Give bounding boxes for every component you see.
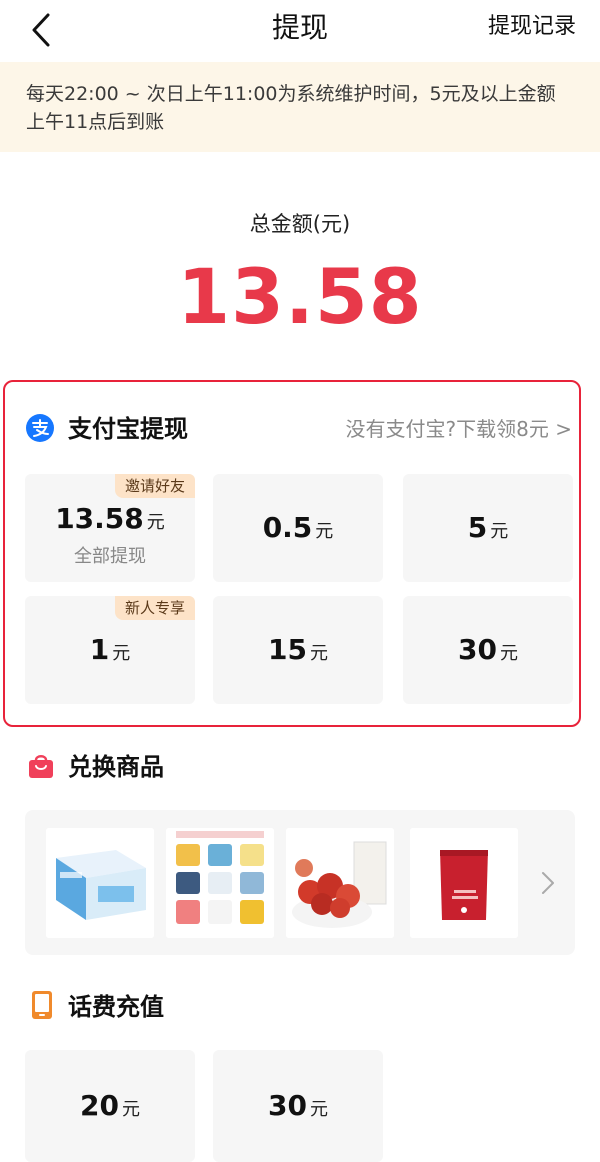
option-amount: 30 (268, 1089, 307, 1122)
option-unit: 元 (121, 1099, 140, 1120)
top-bar: 提现 提现记录 (0, 0, 600, 60)
withdraw-all-label: 全部提现 (74, 546, 146, 567)
recharge-option-20[interactable]: 20 元 (25, 1050, 195, 1162)
option-unit: 元 (499, 643, 518, 664)
carousel-next-icon[interactable] (538, 870, 558, 896)
option-unit: 元 (309, 1099, 328, 1120)
withdraw-option-0-5[interactable]: 0.5 元 (213, 474, 383, 582)
goods-item-jujube-snack[interactable] (286, 828, 394, 938)
download-alipay-link[interactable]: 没有支付宝?下载领8元 > (346, 414, 572, 444)
option-amount: 5 (467, 511, 488, 544)
option-unit: 元 (112, 643, 131, 664)
total-amount-value: 13.58 (177, 252, 423, 341)
option-amount: 30 (458, 633, 497, 666)
recharge-section-title: 话费充值 (68, 993, 164, 1021)
mask-box-image (46, 828, 154, 938)
phone-icon (32, 991, 52, 1019)
red-bag-image (410, 828, 518, 938)
option-amount: 1 (89, 633, 110, 666)
jujube-snack-image (286, 828, 394, 938)
exchange-section-title: 兑换商品 (68, 753, 164, 781)
goods-item-mask-box[interactable] (46, 828, 154, 938)
option-amount: 20 (80, 1089, 119, 1122)
option-unit: 元 (309, 643, 328, 664)
withdraw-option-15[interactable]: 15 元 (213, 596, 383, 704)
new-user-badge: 新人专享 (114, 596, 195, 620)
invite-friends-badge: 邀请好友 (114, 474, 195, 498)
withdraw-records-link[interactable]: 提现记录 (488, 10, 576, 44)
maintenance-notice: 每天22:00 ~ 次日上午11:00为系统维护时间，5元及以上金额上午11点后… (0, 62, 600, 152)
option-unit: 元 (146, 512, 165, 533)
alipay-section-title: 支付宝提现 (68, 415, 188, 443)
option-amount: 15 (268, 633, 307, 666)
alipay-icon (26, 414, 54, 442)
withdraw-option-5[interactable]: 5元 (403, 474, 573, 582)
withdraw-option-all[interactable]: 邀请好友 13.58 元 全部提现 (25, 474, 195, 582)
option-unit: 元 (490, 521, 509, 542)
goods-item-red-bag[interactable] (410, 828, 518, 938)
goods-item-pillows[interactable] (166, 828, 274, 938)
option-unit: 元 (315, 521, 334, 542)
recharge-option-30[interactable]: 30 元 (213, 1050, 383, 1162)
option-amount: 0.5 (262, 511, 313, 544)
total-amount-label: 总金额(元) (249, 212, 351, 236)
withdraw-option-30[interactable]: 30 元 (403, 596, 573, 704)
option-amount: 13.58 (55, 502, 144, 535)
withdraw-option-1[interactable]: 新人专享 1元 (25, 596, 195, 704)
pillows-image (166, 828, 274, 938)
shopping-bag-icon (29, 755, 53, 778)
